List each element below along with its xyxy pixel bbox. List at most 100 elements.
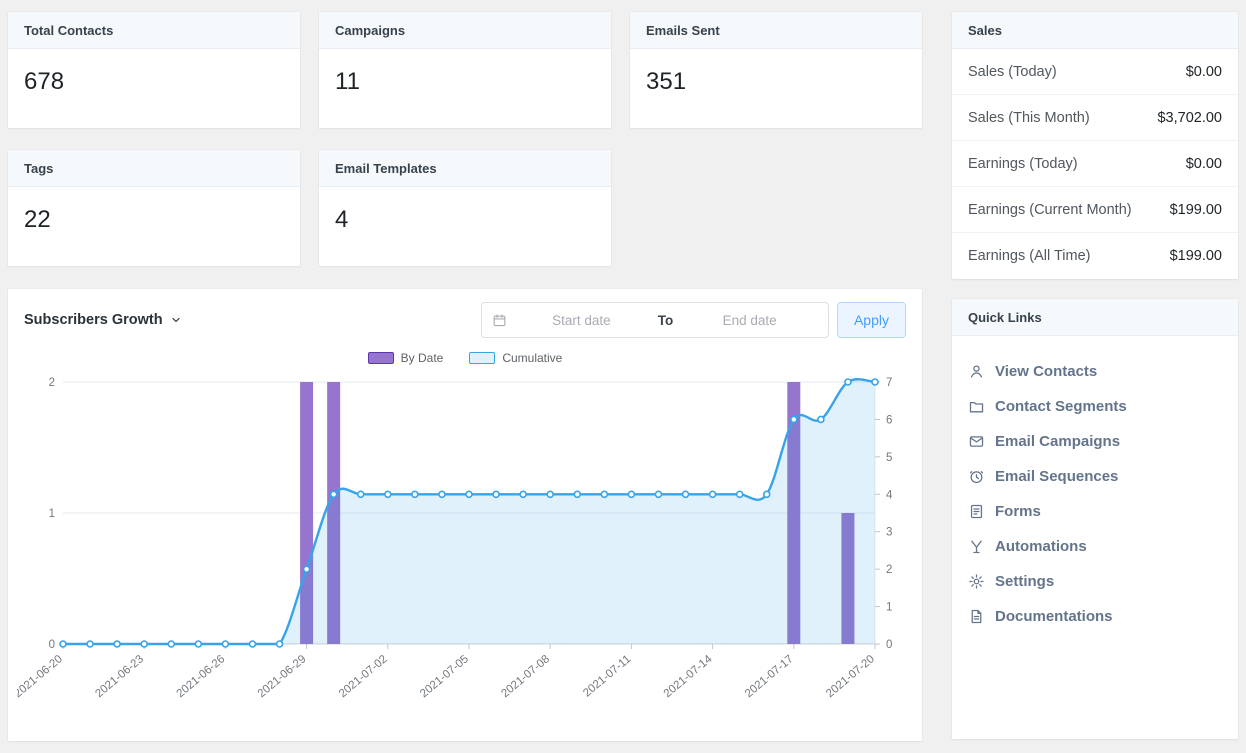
chevron-down-icon [170,314,182,326]
sales-row: Earnings (All Time) $199.00 [952,233,1238,279]
side-column: Sales Sales (Today) $0.00 Sales (This Mo… [952,12,1238,741]
svg-text:7: 7 [886,377,892,389]
svg-text:2021-07-08: 2021-07-08 [499,653,552,700]
sales-value: $199.00 [1169,248,1222,264]
svg-text:5: 5 [886,452,892,464]
quick-link-label: Settings [995,573,1055,590]
svg-text:6: 6 [886,414,892,426]
stat-card-campaigns: Campaigns 11 [319,12,611,128]
sales-row: Earnings (Today) $0.00 [952,141,1238,187]
chart-legend: By Date Cumulative [8,348,922,368]
stat-card-tags: Tags 22 [8,150,300,266]
stat-card-emails-sent: Emails Sent 351 [630,12,922,128]
svg-text:0: 0 [49,639,55,651]
sales-label: Earnings (Current Month) [968,201,1132,218]
sales-card: Sales Sales (Today) $0.00 Sales (This Mo… [952,12,1238,279]
stat-value: 22 [24,206,51,233]
automation-icon [968,538,985,555]
stat-title: Email Templates [319,150,611,187]
svg-text:2021-07-20: 2021-07-20 [824,653,877,700]
sales-value: $0.00 [1185,155,1222,172]
stat-title: Total Contacts [8,12,300,49]
user-icon [968,363,985,380]
calendar-icon [492,313,507,328]
dashboard: Total Contacts 678 Campaigns 11 Emails S… [0,0,1246,753]
quick-link-view-contacts[interactable]: View Contacts [968,354,1222,389]
svg-text:2021-06-20: 2021-06-20 [17,653,65,700]
folder-icon [968,398,985,415]
apply-button[interactable]: Apply [836,302,906,338]
stat-card-total-contacts: Total Contacts 678 [8,12,300,128]
quick-link-label: Forms [995,503,1041,520]
stat-value: 11 [335,68,360,95]
svg-text:0: 0 [886,639,892,651]
main-column: Total Contacts 678 Campaigns 11 Emails S… [8,12,922,741]
svg-text:1: 1 [49,508,55,520]
gear-icon [968,573,985,590]
quick-link-label: Automations [995,538,1087,555]
legend-swatch-cumulative [469,352,496,364]
clock-icon [968,468,985,485]
svg-text:4: 4 [886,489,893,501]
svg-text:3: 3 [886,527,892,539]
stat-value: 4 [335,206,349,233]
chart-controls: Start date To End date Apply [480,302,906,338]
legend-label: Cumulative [502,351,563,365]
form-icon [968,503,985,520]
svg-text:1: 1 [886,602,892,614]
svg-text:2021-07-11: 2021-07-11 [581,653,633,699]
stats-grid: Total Contacts 678 Campaigns 11 Emails S… [8,12,922,266]
quick-link-email-sequences[interactable]: Email Sequences [968,459,1222,494]
subscribers-growth-dropdown[interactable]: Subscribers Growth [24,312,182,328]
sales-title: Sales [952,12,1238,49]
svg-text:2021-07-05: 2021-07-05 [418,653,471,700]
sales-value: $0.00 [1185,63,1222,80]
quick-link-contact-segments[interactable]: Contact Segments [968,389,1222,424]
document-icon [968,608,985,625]
quick-links-title: Quick Links [952,299,1238,336]
subscribers-growth-chart[interactable]: 0 1 2 0 1 2 3 4 5 6 7 2021-06-20 2021-06-23 2021-06-2… [8,368,922,741]
quick-link-documentations[interactable]: Documentations [968,599,1222,634]
svg-text:2: 2 [49,377,55,389]
stat-card-email-templates: Email Templates 4 [319,150,611,266]
svg-text:2: 2 [886,564,892,576]
svg-text:2021-07-14: 2021-07-14 [662,653,715,700]
legend-label: By Date [400,351,444,365]
sales-value: $199.00 [1169,201,1222,218]
quick-link-label: View Contacts [995,363,1098,380]
chart-header: Subscribers Growth Start date To End dat… [8,289,922,346]
stat-title: Campaigns [319,12,611,49]
svg-text:2021-07-17: 2021-07-17 [743,653,796,700]
quick-links-card: Quick Links View Contacts Contact Segmen… [952,299,1238,739]
stat-value: 351 [646,68,687,95]
legend-item-by-date[interactable]: By Date [367,351,444,365]
svg-text:2021-06-26: 2021-06-26 [175,653,228,700]
growth-chart-canvas: 0 1 2 0 1 2 3 4 5 6 7 2021-06-20 2021-06-23 2021-06-2… [12,377,893,700]
stat-value: 678 [24,68,65,95]
quick-link-automations[interactable]: Automations [968,529,1222,564]
envelope-icon [968,433,985,450]
date-range-picker[interactable]: Start date To End date [480,302,829,338]
svg-text:2021-06-29: 2021-06-29 [256,653,309,700]
date-range-separator: To [657,312,674,328]
subscribers-growth-card: Subscribers Growth Start date To End dat… [8,289,922,741]
stat-title: Emails Sent [630,12,922,49]
quick-link-forms[interactable]: Forms [968,494,1222,529]
end-date-input[interactable]: End date [681,313,818,328]
legend-item-cumulative[interactable]: Cumulative [469,351,562,365]
svg-text:2021-06-23: 2021-06-23 [93,653,146,700]
sales-row: Sales (Today) $0.00 [952,49,1238,95]
quick-links-list: View Contacts Contact Segments Email Cam… [952,336,1238,652]
sales-label: Earnings (All Time) [968,248,1091,264]
start-date-input[interactable]: Start date [513,313,650,328]
quick-link-label: Email Campaigns [995,433,1121,450]
chart-title: Subscribers Growth [24,312,163,328]
quick-link-settings[interactable]: Settings [968,564,1222,599]
sales-label: Sales (This Month) [968,109,1090,126]
sales-value: $3,702.00 [1157,109,1222,126]
sales-row: Earnings (Current Month) $199.00 [952,187,1238,233]
quick-link-email-campaigns[interactable]: Email Campaigns [968,424,1222,459]
sales-label: Earnings (Today) [968,155,1078,172]
legend-swatch-by-date [367,352,394,364]
quick-link-label: Email Sequences [995,468,1119,485]
